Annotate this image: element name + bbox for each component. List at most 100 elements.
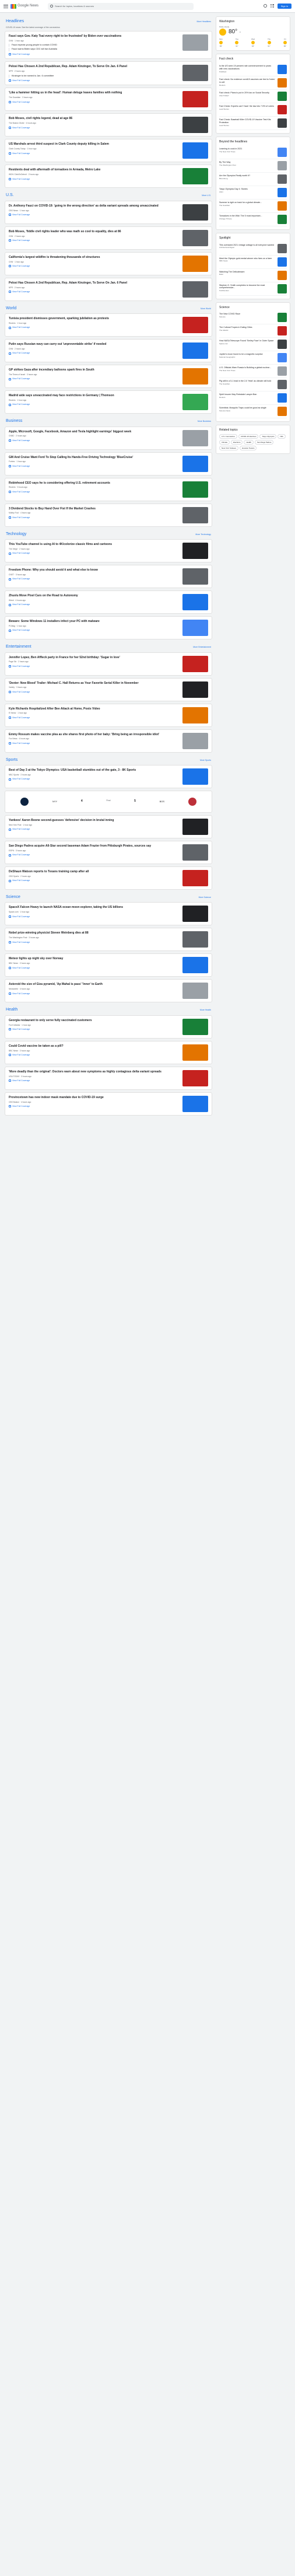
sidebar-section-title[interactable]: Fact check: [219, 57, 287, 61]
sidebar-item-title[interactable]: Fact check: No evidence covid19 vaccines…: [219, 78, 275, 84]
sidebar-item-thumbnail[interactable]: [278, 270, 287, 280]
sidebar-item[interactable]: The New COVID Race Science: [219, 311, 287, 325]
story-thumbnail[interactable]: [182, 204, 208, 221]
story-thumbnail[interactable]: [182, 255, 208, 272]
sidebar-item-thumbnail[interactable]: [278, 353, 287, 363]
story-thumbnail[interactable]: [182, 906, 208, 922]
sidebar-item-thumbnail[interactable]: [278, 340, 287, 349]
full-coverage-link[interactable]: View Full Coverage: [9, 439, 179, 442]
more-link[interactable]: More Technology: [195, 533, 211, 536]
sidebar-item[interactable]: Is the US seen 19 percent rate commencem…: [219, 63, 287, 77]
full-coverage-link[interactable]: View Full Coverage: [9, 992, 179, 995]
story-thumbnail[interactable]: [182, 368, 208, 385]
story-title[interactable]: DeShaun Watson reports to Texans trainin…: [9, 870, 179, 874]
story-thumbnail[interactable]: [182, 844, 208, 861]
story-thumbnail[interactable]: [182, 117, 208, 134]
story-thumbnail[interactable]: [182, 931, 208, 948]
weather-widget[interactable]: Washington Partly cloudy 80° F Mon 89° Tue 91° W…: [216, 16, 290, 51]
full-coverage-link[interactable]: View Full Coverage: [9, 265, 179, 268]
story-title[interactable]: GP strikes Gaza after incendiary balloon…: [9, 368, 179, 372]
sidebar-item[interactable]: Fact Check: Experts can't 'hack' the law…: [219, 103, 287, 117]
sign-in-button[interactable]: Sign in: [277, 3, 292, 9]
scoreboard[interactable]: NYY 4 Final 5 BOS: [5, 790, 212, 813]
section-title[interactable]: Technology: [6, 532, 26, 537]
full-coverage-link[interactable]: View Full Coverage: [9, 854, 179, 857]
full-coverage-link[interactable]: View Full Coverage: [9, 629, 179, 632]
topic-chip[interactable]: Climate: [219, 440, 230, 445]
sidebar-item[interactable]: Tornadoes in the Wild: The 5 most import…: [219, 213, 287, 226]
sidebar-item-thumbnail[interactable]: [278, 147, 287, 157]
sidebar-item-thumbnail[interactable]: [278, 313, 287, 323]
story-title[interactable]: 3 Dividend Stocks to Buy Hand Over Fist …: [9, 507, 179, 511]
sidebar-item[interactable]: U.S. Officials Warn Russia Is Building a…: [219, 365, 287, 379]
sidebar-item[interactable]: Are the Olympics Really worth It? Bloombe…: [219, 173, 287, 186]
full-coverage-link[interactable]: View Full Coverage: [9, 378, 179, 380]
full-coverage-link[interactable]: View Full Coverage: [9, 941, 179, 944]
story-title[interactable]: GM And Cruise Want Ford To Stop Calling …: [9, 456, 179, 460]
sidebar-item-thumbnail[interactable]: [278, 201, 287, 211]
story-title[interactable]: Jennifer Lopez, Ben Affleck party in Fra…: [9, 656, 179, 660]
sidebar-item[interactable]: This oversized 2021 vintage cottage is a…: [219, 242, 287, 256]
story-title[interactable]: US Marshals arrest third suspect in Clar…: [9, 142, 179, 146]
sidebar-item-thumbnail[interactable]: [278, 214, 287, 224]
full-coverage-link[interactable]: View Full Coverage: [9, 239, 179, 242]
sidebar-item[interactable]: Pig still in a 5-1 lead in the 2-0 'Heat…: [219, 378, 287, 392]
story-thumbnail[interactable]: [182, 818, 208, 835]
section-title[interactable]: World: [6, 306, 16, 311]
full-coverage-link[interactable]: View Full Coverage: [9, 79, 179, 82]
section-title[interactable]: Entertainment: [6, 644, 31, 649]
full-coverage-link[interactable]: View Full Coverage: [9, 915, 179, 918]
sidebar-item-thumbnail[interactable]: [278, 257, 287, 267]
topic-chip[interactable]: NFL: [278, 434, 286, 439]
sidebar-item[interactable]: Jupiter's moon found to be a magnetic su…: [219, 351, 287, 365]
story-title[interactable]: Freedom Phone: Why you should avoid it a…: [9, 568, 179, 572]
story-thumbnail[interactable]: [182, 1018, 208, 1035]
related-story[interactable]: Kinzinger to be named to Jan. 6 committe…: [9, 74, 179, 78]
full-coverage-link[interactable]: View Full Coverage: [9, 101, 179, 104]
sidebar-item[interactable]: Spirit Insurer May Reinstate Lawyer Ban R…: [219, 392, 287, 406]
more-link[interactable]: More U.S.: [202, 194, 211, 197]
section-title[interactable]: U.S.: [6, 193, 14, 198]
sidebar-item[interactable]: Summer is right on track for a global cl…: [219, 200, 287, 213]
story-thumbnail[interactable]: [182, 91, 208, 108]
logo[interactable]: Google News: [10, 4, 38, 9]
full-coverage-link[interactable]: View Full Coverage: [9, 603, 179, 606]
full-coverage-link[interactable]: View Full Coverage: [9, 1054, 179, 1057]
sidebar-item[interactable]: Stephen G. Smith completes to become the…: [219, 282, 287, 296]
topic-chip[interactable]: San Diego Padres: [255, 440, 274, 445]
sidebar-item-thumbnail[interactable]: [278, 65, 287, 75]
full-coverage-link[interactable]: View Full Coverage: [9, 53, 179, 56]
full-coverage-link[interactable]: View Full Coverage: [9, 879, 179, 882]
sidebar-item-thumbnail[interactable]: [278, 243, 287, 253]
sidebar-item[interactable]: How NASA Telescope Found 'Smiley Face' I…: [219, 338, 287, 352]
story-title[interactable]: Apple, Microsoft, Google, Facebook, Amaz…: [9, 430, 179, 434]
story-title[interactable]: 'Dexter: New Blood' Trailer: Michael C. …: [9, 681, 179, 686]
story-title[interactable]: Georgia restaurant to only serve fully v…: [9, 1019, 179, 1023]
sidebar-section-title[interactable]: Spotlight: [219, 236, 287, 240]
full-coverage-link[interactable]: View Full Coverage: [9, 552, 179, 555]
covid-note[interactable]: COVID-19 news: See the latest coverage o…: [5, 26, 212, 31]
related-story[interactable]: Fauci expects young people to contain CO…: [9, 44, 179, 47]
story-title[interactable]: Could Covid vaccine be taken as a pill?: [9, 1044, 179, 1048]
sidebar-item[interactable]: Scientists: Mosquito Traps could be good…: [219, 405, 287, 419]
story-thumbnail[interactable]: [182, 1095, 208, 1112]
sidebar-item[interactable]: Tokyo Olympics Day 4: Stories CNN: [219, 186, 287, 200]
sidebar-section-title[interactable]: Science: [219, 306, 287, 310]
sidebar-item-thumbnail[interactable]: [278, 366, 287, 376]
sidebar-item[interactable]: Learning to cook in 2021 The New York Tim…: [219, 146, 287, 159]
more-link[interactable]: More Business: [198, 420, 211, 423]
topic-chip[interactable]: Houston Texans: [239, 446, 257, 451]
story-thumbnail[interactable]: [182, 707, 208, 723]
story-title[interactable]: 'More deadly than the original': Doctors…: [9, 1070, 179, 1074]
story-thumbnail[interactable]: [182, 455, 208, 472]
story-title[interactable]: Yankees' Aaron Boone second-guesses 'def…: [9, 819, 179, 823]
section-title[interactable]: Headlines: [6, 19, 24, 24]
story-title[interactable]: Meteor lights up night sky over Norway: [9, 957, 179, 961]
full-coverage-link[interactable]: View Full Coverage: [9, 716, 179, 719]
sidebar-item[interactable]: Watching The Delicatessen Eater: [219, 269, 287, 282]
story-thumbnail[interactable]: [182, 229, 208, 246]
story-thumbnail[interactable]: [182, 34, 208, 51]
full-coverage-link[interactable]: View Full Coverage: [9, 291, 179, 293]
full-coverage-link[interactable]: View Full Coverage: [9, 491, 179, 494]
story-thumbnail[interactable]: [182, 168, 208, 185]
